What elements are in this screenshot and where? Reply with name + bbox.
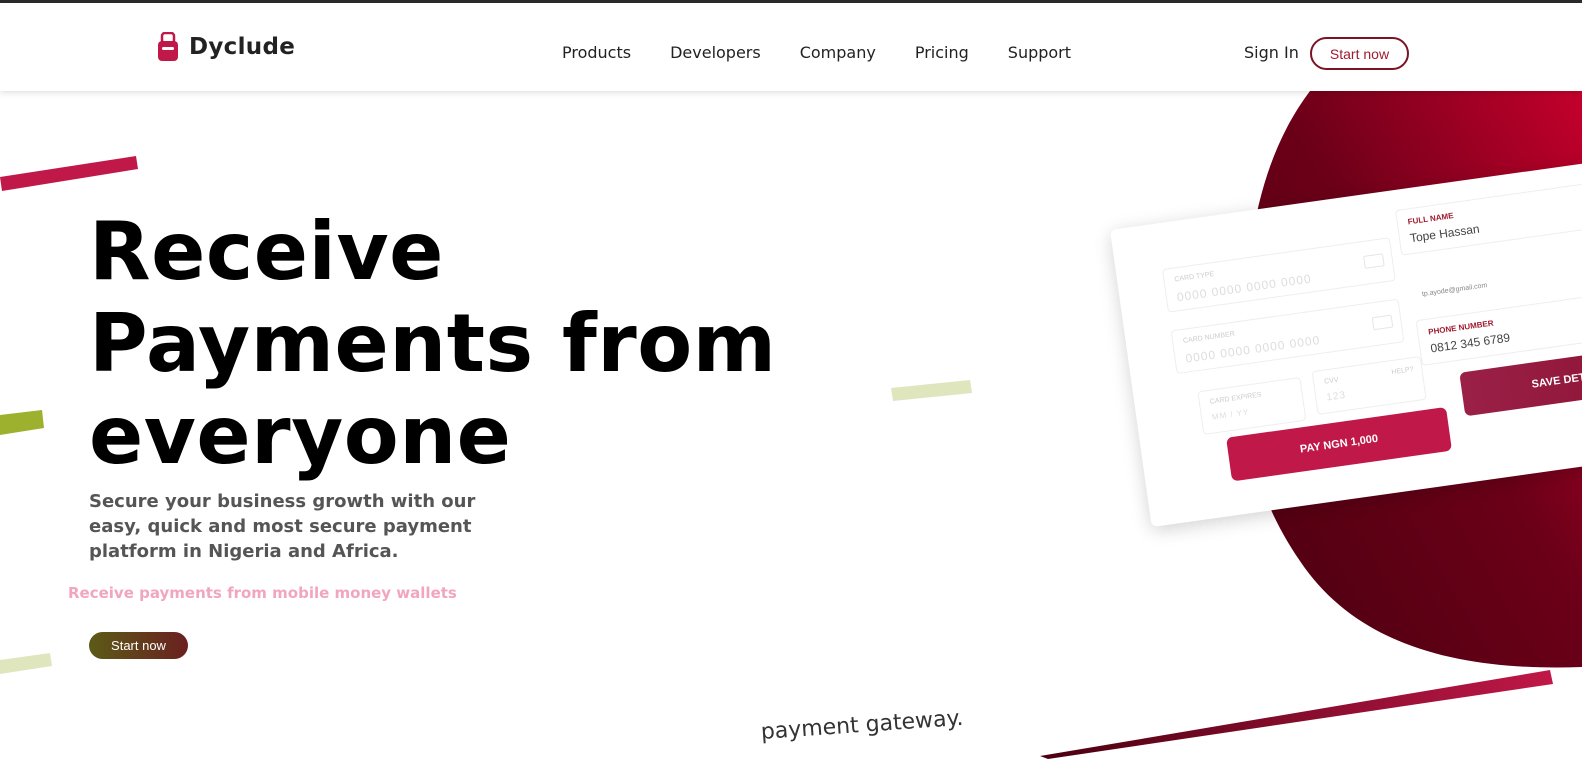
credit-card-icon xyxy=(1371,314,1394,331)
cvv-field: CVV HELP? 123 xyxy=(1311,356,1427,415)
nav-products[interactable]: Products xyxy=(562,43,631,62)
hero-start-now-button[interactable]: Start now xyxy=(89,632,188,659)
header-start-now-button[interactable]: Start now xyxy=(1310,37,1409,70)
cvv-help-link: HELP? xyxy=(1391,366,1415,377)
decor-stripe-red-top xyxy=(0,156,138,191)
full-name-value: Tope Hassan xyxy=(1409,221,1481,246)
brand-logo[interactable]: Dyclude xyxy=(157,32,295,62)
payment-form-mockup: CARD TYPE 0000 0000 0000 0000 CARD NUMBE… xyxy=(1110,152,1582,528)
decor-stripe-pale-middle xyxy=(891,380,972,401)
hero-heading-line-1: Receive xyxy=(89,205,444,298)
hero-heading-line-2: Payments from xyxy=(89,297,777,390)
email-value: tp.ayode@gmail.com xyxy=(1421,282,1488,299)
card-number-label: CARD NUMBER xyxy=(1182,330,1236,345)
brand-name: Dyclude xyxy=(189,34,296,60)
section-heading-peek: payment gateway. xyxy=(760,705,965,745)
hero-subtitle: Secure your business growth with our eas… xyxy=(89,491,476,562)
cvv-placeholder: 123 xyxy=(1325,389,1347,404)
nav-pricing[interactable]: Pricing xyxy=(915,43,969,62)
hero-rotating-note: Receive payments from mobile money walle… xyxy=(68,584,457,602)
nav-support[interactable]: Support xyxy=(1008,43,1071,62)
hero-heading-line-3: everyone xyxy=(89,389,512,482)
decor-stripe-pale-bottom xyxy=(0,653,52,674)
hero-heading: Receive Payments from everyone xyxy=(89,206,809,482)
nav-developers[interactable]: Developers xyxy=(670,43,761,62)
card-expiry-placeholder: MM / YY xyxy=(1211,407,1250,422)
card-expiry-label: CARD EXPIRES xyxy=(1209,391,1263,406)
main-nav: Products Developers Company Pricing Supp… xyxy=(562,43,1110,62)
decor-stripe-red-bottom xyxy=(1040,670,1553,759)
full-name-label: FULL NAME xyxy=(1407,211,1455,227)
wallet-logo-icon xyxy=(158,32,178,61)
site-header: Dyclude Products Developers Company Pric… xyxy=(0,3,1582,91)
card-type-label: CARD TYPE xyxy=(1174,270,1215,284)
credit-card-icon xyxy=(1363,253,1385,269)
nav-company[interactable]: Company xyxy=(800,43,876,62)
card-type-field: CARD TYPE 0000 0000 0000 0000 xyxy=(1161,237,1396,313)
decor-stripe-green-left xyxy=(0,410,44,435)
card-expiry-field: CARD EXPIRES MM / YY xyxy=(1197,376,1307,435)
sign-in-link[interactable]: Sign In xyxy=(1244,43,1299,62)
cvv-label: CVV xyxy=(1323,376,1340,386)
